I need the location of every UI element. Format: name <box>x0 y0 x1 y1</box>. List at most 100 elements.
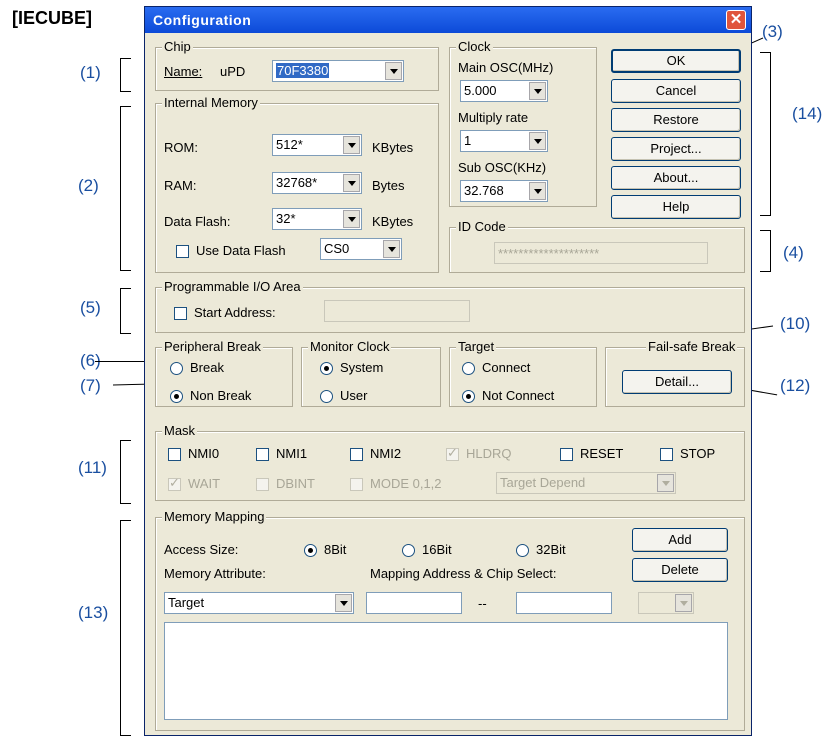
reset-label: RESET <box>580 446 624 461</box>
about-button[interactable]: About... <box>611 166 741 190</box>
not-connect-label: Not Connect <box>482 388 555 403</box>
internal-memory-group: Internal Memory ROM: 512* KBytes RAM: 32… <box>155 95 439 273</box>
sub-osc-label: Sub OSC(KHz) <box>458 160 547 175</box>
detail-button[interactable]: Detail... <box>622 370 732 394</box>
stop-checkbox[interactable] <box>660 448 673 461</box>
user-radio[interactable] <box>320 390 333 403</box>
mapping-start-field[interactable] <box>366 592 462 614</box>
wait-checkbox[interactable] <box>168 475 181 491</box>
non-break-radio[interactable] <box>170 390 183 403</box>
configuration-dialog: Configuration ✕ Chip Name: uPD 70F3380 I… <box>144 6 752 736</box>
chevron-down-icon[interactable] <box>529 82 546 100</box>
callout-2: (2) <box>78 176 99 195</box>
8bit-radio[interactable] <box>304 544 317 557</box>
not-connect-radio[interactable] <box>462 390 475 403</box>
main-osc-combo[interactable]: 5.000 <box>460 80 548 102</box>
callout-11: (12) <box>780 376 811 395</box>
chevron-down-icon[interactable] <box>385 62 402 80</box>
nmi2-checkbox[interactable] <box>350 448 363 461</box>
dbint-checkbox[interactable] <box>256 478 269 491</box>
close-button[interactable]: ✕ <box>726 10 746 30</box>
start-address-field[interactable] <box>324 300 470 322</box>
help-button[interactable]: Help <box>611 195 741 219</box>
bracket-5 <box>120 288 131 334</box>
programmable-io-legend: Programmable I/O Area <box>162 279 303 294</box>
ram-value: 32768* <box>276 175 318 190</box>
chevron-down-icon[interactable] <box>383 240 400 258</box>
system-label: System <box>340 360 384 375</box>
chip-name-combo[interactable]: 70F3380 <box>272 60 404 82</box>
failsafe-break-group: Fail-safe Break Detail... <box>605 339 745 407</box>
window-title: Configuration <box>153 12 252 28</box>
title-bar[interactable]: Configuration ✕ <box>145 7 751 33</box>
chevron-down-icon[interactable] <box>675 594 692 612</box>
main-osc-value: 5.000 <box>464 83 497 98</box>
delete-button[interactable]: Delete <box>632 558 728 582</box>
memory-attribute-value: Target <box>168 595 205 610</box>
start-address-label: Start Address: <box>194 305 276 320</box>
mapping-address-label: Mapping Address & Chip Select: <box>370 566 557 581</box>
hldrq-checkbox[interactable] <box>446 445 459 461</box>
ram-combo[interactable]: 32768* <box>272 172 362 194</box>
chevron-down-icon[interactable] <box>529 182 546 200</box>
data-flash-combo[interactable]: 32* <box>272 208 362 230</box>
nmi1-checkbox[interactable] <box>256 448 269 461</box>
reset-checkbox[interactable] <box>560 448 573 461</box>
sub-osc-combo[interactable]: 32.768 <box>460 180 548 202</box>
id-code-field[interactable]: ******************** <box>494 242 708 264</box>
non-break-label: Non Break <box>190 388 252 403</box>
failsafe-break-legend: Fail-safe Break <box>646 339 738 354</box>
callout-13: (13) <box>78 603 109 622</box>
memory-attribute-combo[interactable]: Target <box>164 592 354 614</box>
bracket-2 <box>120 106 131 271</box>
target-depend-combo[interactable]: Target Depend <box>496 472 676 494</box>
chip-prefix: uPD <box>220 64 246 79</box>
callout-14: (14) <box>792 104 823 123</box>
chip-select-mapping-combo[interactable] <box>638 592 694 614</box>
target-group: Target Connect Not Connect <box>449 339 597 407</box>
add-button[interactable]: Add <box>632 528 728 552</box>
restore-button[interactable]: Restore <box>611 108 741 132</box>
connect-radio[interactable] <box>462 362 475 375</box>
nmi0-checkbox[interactable] <box>168 448 181 461</box>
chevron-down-icon[interactable] <box>529 132 546 150</box>
programmable-io-group: Programmable I/O Area Start Address: <box>155 279 745 333</box>
project-button[interactable]: Project... <box>611 137 741 161</box>
sub-osc-value: 32.768 <box>464 183 504 198</box>
chevron-down-icon[interactable] <box>343 174 360 192</box>
system-radio[interactable] <box>320 362 333 375</box>
target-depend-value: Target Depend <box>500 475 586 490</box>
8bit-label: 8Bit <box>324 542 347 557</box>
data-flash-unit: KBytes <box>372 214 414 229</box>
nmi1-label: NMI1 <box>276 446 308 461</box>
16bit-label: 16Bit <box>422 542 452 557</box>
multiply-rate-combo[interactable]: 1 <box>460 130 548 152</box>
chevron-down-icon[interactable] <box>343 136 360 154</box>
memory-mapping-group: Memory Mapping Access Size: 8Bit 16Bit 3… <box>155 509 745 731</box>
mapping-end-field[interactable] <box>516 592 612 614</box>
use-data-flash-checkbox[interactable] <box>176 245 189 258</box>
access-size-label: Access Size: <box>164 542 239 557</box>
ok-button[interactable]: OK <box>611 49 741 73</box>
callout-5: (5) <box>80 298 101 317</box>
rom-combo[interactable]: 512* <box>272 134 362 156</box>
chevron-down-icon[interactable] <box>335 594 352 612</box>
memory-mapping-list[interactable] <box>164 622 728 720</box>
chip-name-label: Name: <box>164 64 203 79</box>
cancel-button[interactable]: Cancel <box>611 79 741 103</box>
id-code-value: ******************** <box>498 246 600 261</box>
16bit-radio[interactable] <box>402 544 415 557</box>
stop-label: STOP <box>680 446 716 461</box>
range-dash: -- <box>478 596 487 611</box>
multiply-rate-label: Multiply rate <box>458 110 529 125</box>
mode-label: MODE 0,1,2 <box>370 476 442 491</box>
32bit-radio[interactable] <box>516 544 529 557</box>
mode-checkbox[interactable] <box>350 478 363 491</box>
callout-12: (11) <box>78 458 107 477</box>
break-label: Break <box>190 360 224 375</box>
chip-select-combo[interactable]: CS0 <box>320 238 402 260</box>
break-radio[interactable] <box>170 362 183 375</box>
chevron-down-icon[interactable] <box>657 474 674 492</box>
start-address-checkbox[interactable] <box>174 307 187 320</box>
chevron-down-icon[interactable] <box>343 210 360 228</box>
